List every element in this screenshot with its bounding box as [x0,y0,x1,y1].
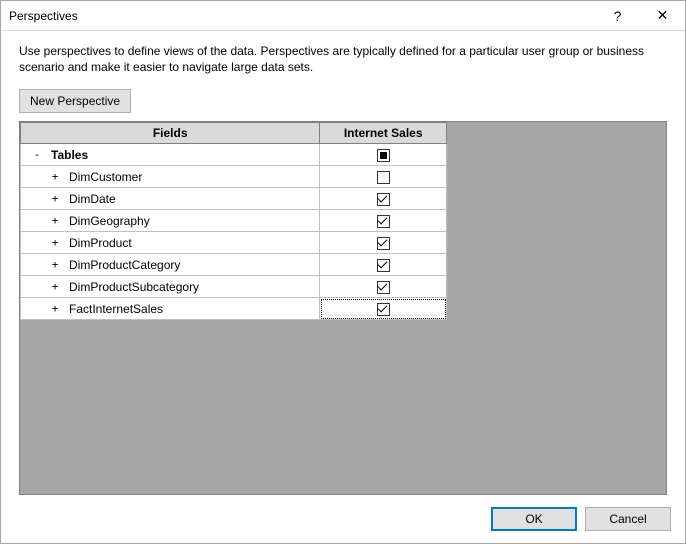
row-label: DimProductCategory [69,258,180,272]
row-label: DimProduct [69,236,132,250]
new-perspective-button[interactable]: New Perspective [19,89,131,113]
column-header-fields[interactable]: Fields [21,123,320,144]
row-label: DimDate [69,192,116,206]
checkbox[interactable] [377,171,390,184]
table-row: + DimGeography [21,210,447,232]
checkbox[interactable] [377,281,390,294]
column-header-perspective[interactable]: Internet Sales [320,123,447,144]
expand-toggle[interactable]: + [49,214,61,227]
ok-button[interactable]: OK [491,507,577,531]
table-body: - Tables + DimCustomer + DimDate + DimGeograp… [21,144,447,320]
checkbox[interactable] [377,193,390,206]
checkbox[interactable] [377,215,390,228]
perspectives-dialog: Perspectives ? ✕ Use perspectives to def… [0,0,686,544]
table-row: + DimProduct [21,232,447,254]
checkbox[interactable] [377,259,390,272]
expand-toggle[interactable]: + [49,236,61,249]
checkbox[interactable] [377,237,390,250]
description-text: Use perspectives to define views of the … [19,43,667,75]
expand-toggle[interactable]: + [49,192,61,205]
expand-toggle[interactable]: + [49,302,61,315]
checkbox[interactable] [377,303,390,316]
table-row: + DimProductCategory [21,254,447,276]
row-label: FactInternetSales [69,302,163,316]
table-row-root: - Tables [21,144,447,166]
help-button[interactable]: ? [595,1,640,31]
expand-toggle[interactable]: + [49,258,61,271]
grid-area: Fields Internet Sales - Tables [19,121,667,495]
cancel-button[interactable]: Cancel [585,507,671,531]
row-label: DimGeography [69,214,150,228]
perspectives-table: Fields Internet Sales - Tables [20,122,447,320]
table-row: + DimDate [21,188,447,210]
table-row: + DimProductSubcategory [21,276,447,298]
dialog-footer: OK Cancel [1,495,685,543]
table-row: + FactInternetSales [21,298,447,320]
dialog-content: Use perspectives to define views of the … [1,31,685,495]
expand-toggle[interactable]: + [49,280,61,293]
window-title: Perspectives [9,9,595,23]
table-row: + DimCustomer [21,166,447,188]
close-button[interactable]: ✕ [640,1,685,31]
row-label: Tables [51,148,88,162]
expand-toggle[interactable]: + [49,170,61,183]
row-label: DimProductSubcategory [69,280,199,294]
titlebar: Perspectives ? ✕ [1,1,685,31]
checkbox-tristate[interactable] [377,149,390,162]
row-label: DimCustomer [69,170,142,184]
collapse-toggle[interactable]: - [31,148,43,161]
